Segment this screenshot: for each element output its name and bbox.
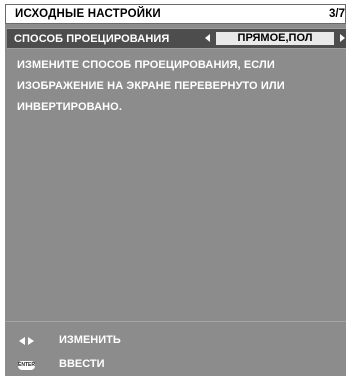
page-indicator: 3/7 — [329, 8, 345, 20]
menu-item-projection-method[interactable]: СПОСОБ ПРОЕЦИРОВАНИЯ ПРЯМОЕ,ПОЛ — [7, 28, 346, 49]
arrow-right-icon[interactable] — [340, 34, 345, 42]
description-line: ИЗОБРАЖЕНИЕ НА ЭКРАНЕ ПЕРЕВЕРНУТО ИЛИ — [17, 80, 285, 92]
osd-menu: ИСХОДНЫЕ НАСТРОЙКИ 3/7 СПОСОБ ПРОЕЦИРОВА… — [5, 4, 346, 376]
header-bar: ИСХОДНЫЕ НАСТРОЙКИ 3/7 — [5, 4, 346, 24]
footer-enter-hint: ENTER ВВЕСТИ — [5, 356, 346, 376]
footer-change-label: ИЗМЕНИТЬ — [59, 334, 121, 346]
left-right-arrows-icon — [19, 336, 37, 346]
page-title: ИСХОДНЫЕ НАСТРОЙКИ — [15, 8, 161, 20]
menu-item-label: СПОСОБ ПРОЕЦИРОВАНИЯ — [14, 33, 170, 45]
footer-enter-label: ВВЕСТИ — [59, 358, 105, 370]
value-selector[interactable]: ПРЯМОЕ,ПОЛ — [216, 32, 334, 45]
description-text: ИЗМЕНИТЕ СПОСОБ ПРОЕЦИРОВАНИЯ, ЕСЛИ ИЗОБ… — [17, 55, 337, 118]
value-text: ПРЯМОЕ,ПОЛ — [237, 32, 313, 44]
enter-key-icon: ENTER — [18, 361, 35, 370]
footer-divider — [5, 321, 346, 322]
description-line: ИЗМЕНИТЕ СПОСОБ ПРОЕЦИРОВАНИЯ, ЕСЛИ — [17, 59, 275, 71]
footer-change-hint: ИЗМЕНИТЬ — [5, 332, 346, 352]
description-line: ИНВЕРТИРОВАНО. — [17, 101, 122, 113]
arrow-left-icon[interactable] — [205, 34, 210, 42]
